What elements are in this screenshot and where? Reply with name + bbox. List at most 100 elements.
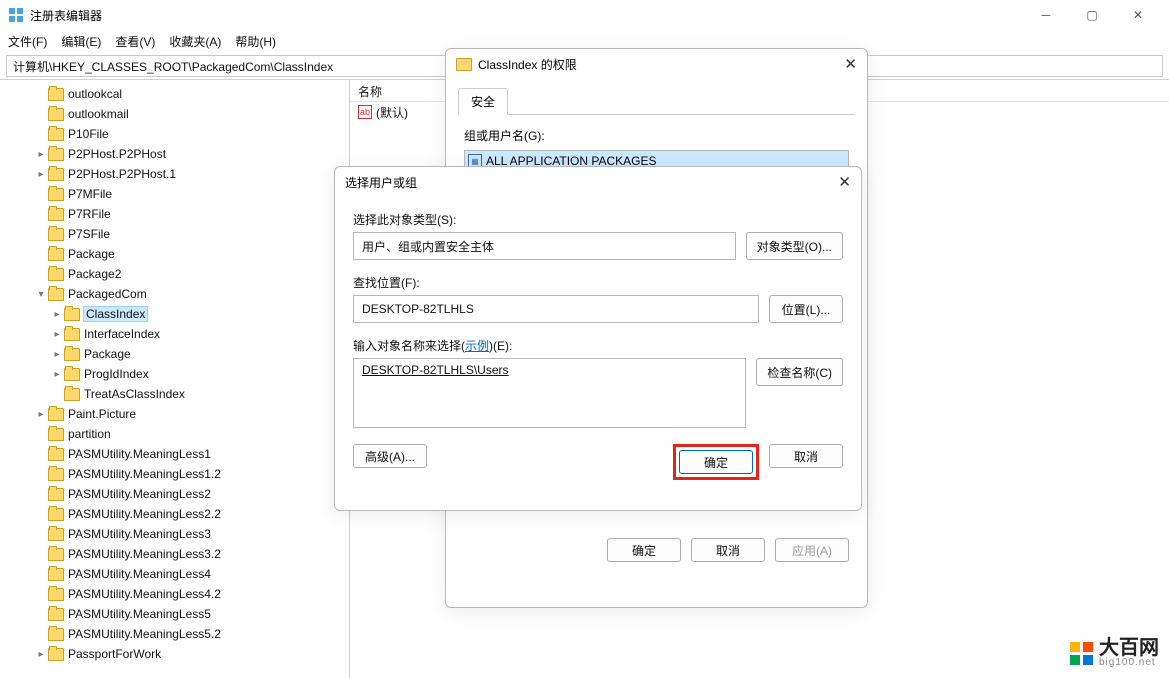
tree-item[interactable]: ·outlookcal [2,84,347,104]
chevron-right-icon[interactable]: ▸ [34,169,48,180]
tree-item[interactable]: ▸ P2PHost.P2PHost.1 [2,164,347,184]
tree-item[interactable]: ▾PackagedCom [2,284,347,304]
tree-item-label: outlookmail [68,107,129,121]
tree-item[interactable]: ·Package [2,244,347,264]
locations-button[interactable]: 位置(L)... [769,295,843,323]
tree-item[interactable]: ·PASMUtility.MeaningLess5.2 [2,624,347,644]
close-icon[interactable]: ✕ [844,55,857,73]
perm-tabs: 安全 [458,87,855,115]
chevron-right-icon: · [50,389,64,400]
tree-item-label: P2PHost.P2PHost.1 [68,167,176,181]
tree-panel[interactable]: ·outlookcal·outlookmail·P10File▸P2PHost.… [0,80,350,678]
tree-item[interactable]: ·TreatAsClassIndex [2,384,347,404]
maximize-button[interactable]: ▢ [1069,0,1115,30]
object-names-value: DESKTOP-82TLHLS\Users [362,363,509,377]
chevron-right-icon[interactable]: ▸ [34,149,48,160]
tree-item[interactable]: ·PASMUtility.MeaningLess4 [2,564,347,584]
watermark-logo-icon [1070,642,1093,665]
groups-label: 组或用户名(G): [464,127,849,144]
menu-fav[interactable]: 收藏夹(A) [169,33,221,50]
chevron-right-icon: · [34,109,48,120]
menu-file[interactable]: 文件(F) [8,33,47,50]
chevron-right-icon[interactable]: ▸ [34,649,48,660]
chevron-down-icon[interactable]: ▾ [34,289,48,300]
menu-view[interactable]: 查看(V) [115,33,155,50]
tree-item-label: ClassIndex [84,307,147,321]
tree-item[interactable]: ▸Paint.Picture [2,404,347,424]
sel-dialog-header[interactable]: 选择用户或组 ✕ [335,167,861,197]
examples-link[interactable]: 示例 [465,339,489,353]
tree-item[interactable]: ·PASMUtility.MeaningLess3.2 [2,544,347,564]
watermark: 大百网 big100.net [1070,638,1159,668]
tree-item-label: PassportForWork [68,647,161,661]
tree-item[interactable]: ·PASMUtility.MeaningLess2 [2,484,347,504]
chevron-right-icon[interactable]: ▸ [50,329,64,340]
perm-ok-button[interactable]: 确定 [607,538,681,562]
perm-cancel-button[interactable]: 取消 [691,538,765,562]
chevron-right-icon: · [34,269,48,280]
tree-item[interactable]: ·Package2 [2,264,347,284]
chevron-right-icon: · [34,189,48,200]
tree-item-label: P2PHost.P2PHost [68,147,166,161]
tree-item[interactable]: ▸ PassportForWork [2,644,347,664]
folder-icon [48,408,64,421]
chevron-right-icon: · [34,89,48,100]
address-text: 计算机\HKEY_CLASSES_ROOT\PackagedCom\ClassI… [13,58,333,75]
folder-icon [48,288,64,301]
folder-icon [48,488,64,501]
object-names-input[interactable]: DESKTOP-82TLHLS\Users [353,358,746,428]
tree-item[interactable]: ·P7SFile [2,224,347,244]
menu-edit[interactable]: 编辑(E) [61,33,101,50]
app-icon [8,7,24,23]
tree-item[interactable]: ·partition [2,424,347,444]
tree-item[interactable]: ·PASMUtility.MeaningLess2.2 [2,504,347,524]
tab-security[interactable]: 安全 [458,88,508,115]
folder-icon [48,188,64,201]
folder-icon [48,168,64,181]
tree-item-label: PASMUtility.MeaningLess3.2 [68,547,221,561]
chevron-right-icon[interactable]: ▸ [34,409,48,420]
chevron-right-icon: · [34,489,48,500]
advanced-button[interactable]: 高级(A)... [353,444,427,468]
sel-ok-button[interactable]: 确定 [679,450,753,474]
chevron-right-icon: · [34,629,48,640]
chevron-right-icon[interactable]: ▸ [50,369,64,380]
tree-item[interactable]: ·P7MFile [2,184,347,204]
folder-icon [48,648,64,661]
tree-item[interactable]: ▸InterfaceIndex [2,324,347,344]
tree-item[interactable]: ·P10File [2,124,347,144]
string-icon: ab [358,105,372,119]
window-title: 注册表编辑器 [30,7,102,24]
tree-item-label: partition [68,427,111,441]
value-name: (默认) [376,104,408,121]
folder-icon [48,548,64,561]
tree-item[interactable]: ▸Package [2,344,347,364]
menu-help[interactable]: 帮助(H) [235,33,276,50]
chevron-right-icon[interactable]: ▸ [50,309,64,320]
tree-item[interactable]: ▸ ClassIndex [2,304,347,324]
minimize-button[interactable]: ─ [1023,0,1069,30]
tree-item[interactable]: ·P7RFile [2,204,347,224]
tree-item[interactable]: ·PASMUtility.MeaningLess4.2 [2,584,347,604]
watermark-title: 大百网 [1099,638,1159,658]
titlebar: 注册表编辑器 ─ ▢ ✕ [0,0,1169,30]
tree-item-label: PASMUtility.MeaningLess1 [68,447,211,461]
location-value: DESKTOP-82TLHLS [362,302,474,316]
chevron-right-icon[interactable]: ▸ [50,349,64,360]
tree-item[interactable]: · outlookmail [2,104,347,124]
close-icon[interactable]: ✕ [838,173,851,191]
folder-icon [48,568,64,581]
object-types-button[interactable]: 对象类型(O)... [746,232,843,260]
perm-dialog-header[interactable]: ClassIndex 的权限 ✕ [446,49,867,79]
tree-item[interactable]: ▸ P2PHost.P2PHost [2,144,347,164]
check-names-button[interactable]: 检查名称(C) [756,358,843,386]
tree-item[interactable]: ·PASMUtility.MeaningLess5 [2,604,347,624]
close-button[interactable]: ✕ [1115,0,1161,30]
tree-item[interactable]: ·PASMUtility.MeaningLess1.2 [2,464,347,484]
tree-item[interactable]: ·PASMUtility.MeaningLess1 [2,444,347,464]
tree-item[interactable]: ·PASMUtility.MeaningLess3 [2,524,347,544]
sel-dialog-title: 选择用户或组 [345,174,417,191]
folder-icon [48,428,64,441]
tree-item[interactable]: ▸ProgIdIndex [2,364,347,384]
sel-cancel-button[interactable]: 取消 [769,444,843,468]
